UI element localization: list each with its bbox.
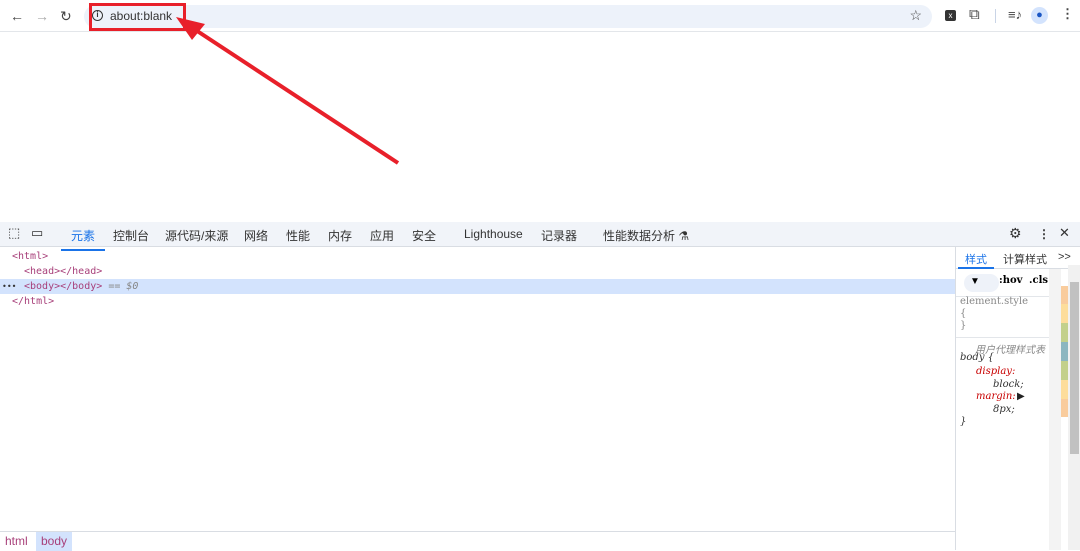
filter-input[interactable]: ▼	[964, 274, 999, 292]
css-property-display[interactable]: display:	[976, 366, 1015, 377]
brace: }	[960, 320, 967, 331]
scrollbar-thumb[interactable]	[1070, 282, 1079, 454]
tab-console[interactable]: 控制台	[113, 227, 149, 244]
html-open-tag: <html>	[12, 251, 49, 262]
box-model-margin	[1061, 399, 1068, 417]
element-style-selector[interactable]: element.style	[960, 296, 1028, 307]
css-value-margin[interactable]: 8px;	[993, 404, 1015, 415]
close-icon[interactable]: ✕	[1059, 225, 1070, 241]
tab-elements[interactable]: 元素	[60, 227, 106, 251]
tab-application[interactable]: 应用	[370, 227, 394, 244]
toolbar-divider	[995, 9, 996, 23]
more-tabs-button[interactable]: >>	[1058, 251, 1071, 263]
dom-node-html[interactable]: <html>	[0, 249, 955, 264]
expand-triangle-icon[interactable]: ▶	[1017, 391, 1025, 402]
puzzle-icon[interactable]: ⧉	[969, 6, 980, 23]
tab-security[interactable]: 安全	[412, 227, 436, 244]
html-close-tag: </html>	[12, 296, 55, 307]
profile-icon[interactable]: ●	[1031, 7, 1048, 24]
css-selector: body {	[960, 352, 995, 363]
star-icon[interactable]: ☆	[909, 7, 922, 24]
address-bar[interactable]: i about:blank ☆	[84, 5, 932, 28]
tab-computed[interactable]: 计算样式	[1003, 251, 1047, 267]
styles-scrollbar[interactable]	[1049, 269, 1061, 550]
more-options-icon[interactable]: ⋮	[1038, 227, 1050, 241]
dom-node-head[interactable]: <head></head>	[0, 264, 955, 279]
divider	[956, 337, 1049, 338]
annotation-box	[89, 3, 186, 31]
box-model-content	[1061, 342, 1068, 361]
extension-x-icon[interactable]: x	[945, 10, 956, 21]
breadcrumb-body[interactable]: body	[36, 532, 73, 551]
active-tab-indicator	[958, 267, 994, 269]
filter-icon: ▼	[970, 276, 980, 287]
settings-gear-icon[interactable]: ⚙	[1009, 225, 1022, 242]
back-icon[interactable]: ←	[10, 8, 24, 24]
dom-tree: <html> <head></head> ••• <body></body> =…	[0, 247, 955, 531]
tab-styles[interactable]: 样式	[965, 251, 987, 267]
body-tag: <body></body>	[24, 281, 103, 292]
breadcrumb: html body	[0, 531, 955, 551]
media-icon[interactable]: ≡♪	[1008, 7, 1022, 22]
cls-toggle[interactable]: .cls	[1029, 275, 1049, 286]
page-content	[0, 33, 1080, 222]
css-property-margin[interactable]: margin:	[976, 391, 1016, 402]
tab-performance[interactable]: 性能	[286, 227, 310, 244]
computed-scrollbar[interactable]	[1068, 265, 1080, 550]
tab-network[interactable]: 网络	[244, 227, 268, 244]
box-model-margin	[1061, 286, 1068, 304]
tab-lighthouse[interactable]: Lighthouse	[464, 227, 523, 241]
tab-performance-insights[interactable]: 性能数据分析 ⚗	[603, 227, 689, 244]
box-model-padding	[1061, 323, 1068, 342]
menu-icon[interactable]: ⋮	[1061, 6, 1074, 22]
hov-toggle[interactable]: :hov	[999, 275, 1022, 286]
styles-tabbar: 样式 计算样式 >>	[956, 247, 1080, 269]
devtools-tabbar: ⬚ ▭ 元素 控制台 源代码/来源 网络 性能 内存 应用 安全 Lightho…	[0, 222, 1080, 251]
tab-recorder[interactable]: 记录器	[541, 227, 577, 244]
reload-icon[interactable]: ↻	[60, 8, 72, 25]
box-model-border	[1061, 304, 1068, 323]
dom-node-html-close[interactable]: </html>	[0, 294, 955, 309]
breadcrumb-html[interactable]: html	[0, 532, 33, 551]
brace: }	[960, 416, 967, 427]
forward-icon[interactable]: →	[35, 8, 49, 24]
selected-node-marker: == $0	[108, 281, 139, 292]
box-model-border	[1061, 380, 1068, 399]
brace: {	[960, 308, 967, 319]
device-toggle-icon[interactable]: ▭	[31, 225, 43, 241]
css-value-display[interactable]: block;	[993, 379, 1024, 390]
tab-memory[interactable]: 内存	[328, 227, 352, 244]
box-model-padding	[1061, 361, 1068, 380]
tab-sources[interactable]: 源代码/来源	[165, 227, 228, 244]
node-actions-dots[interactable]: •••	[2, 279, 16, 294]
dom-node-body[interactable]: ••• <body></body> == $0	[0, 279, 955, 294]
head-tag: <head></head>	[24, 266, 103, 277]
inspect-element-icon[interactable]: ⬚	[8, 225, 20, 241]
